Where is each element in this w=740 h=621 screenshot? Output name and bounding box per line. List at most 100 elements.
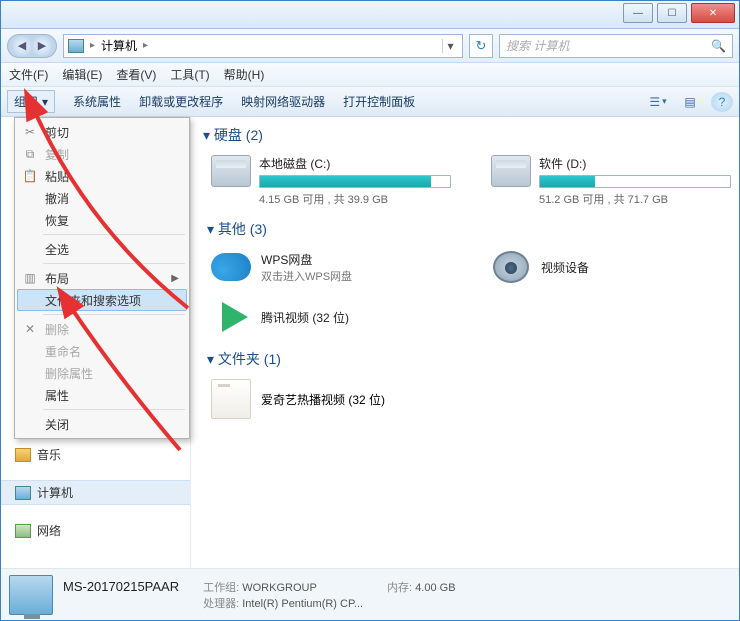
play-icon [211,299,251,335]
search-icon: 🔍 [711,39,726,53]
address-bar[interactable]: ▸ 计算机 ▸ ▾ [63,34,463,58]
other-video-device[interactable]: 视频设备 [491,249,731,285]
cloud-icon [211,249,251,285]
drive-icon [491,155,531,187]
dd-properties[interactable]: 属性 [17,384,187,406]
paste-icon: 📋 [22,168,38,184]
minimize-button[interactable]: — [623,3,653,23]
organize-button[interactable]: 组织 ▾ [7,90,55,113]
status-computer-name: MS-20170215PAAR [63,579,179,594]
preview-pane-icon: ▤ [684,95,695,109]
delete-icon: ✕ [22,321,38,337]
sidebar-item-network[interactable]: 网络 [1,519,190,542]
caret-down-icon: ▾ [42,95,48,109]
status-workgroup: WORKGROUP [242,582,317,594]
drive-subtext: 51.2 GB 可用 , 共 71.7 GB [539,191,731,207]
usage-bar [539,175,731,188]
dd-layout[interactable]: ▥布局▶ [17,267,187,289]
open-control-panel-button[interactable]: 打开控制面板 [343,93,415,110]
titlebar: — ☐ ✕ [1,1,739,29]
sidebar-item-label: 计算机 [37,484,73,501]
menu-file[interactable]: 文件(F) [9,66,48,83]
status-cpu-label: 处理器: [203,598,239,610]
menu-edit[interactable]: 编辑(E) [62,66,102,83]
sidebar-item-music[interactable]: 音乐 [1,443,190,466]
status-workgroup-label: 工作组: [203,582,239,594]
sidebar-item-label: 音乐 [37,446,61,463]
drive-d[interactable]: 软件 (D:) 51.2 GB 可用 , 共 71.7 GB [491,155,731,207]
dd-close[interactable]: 关闭 [17,413,187,435]
drive-icon [211,155,251,187]
computer-icon [68,39,84,53]
other-subtitle: 双击进入WPS网盘 [261,268,352,284]
section-other: ▾ 其他 (3) [207,219,731,239]
organize-label: 组织 [14,93,38,110]
view-options-button[interactable]: ☰▾ [647,92,669,112]
drive-name: 软件 (D:) [539,155,731,172]
menu-help[interactable]: 帮助(H) [224,66,265,83]
breadcrumb-sep-icon: ▸ [141,40,150,51]
sidebar-item-label: 网络 [37,522,61,539]
separator [43,409,185,410]
breadcrumb-computer[interactable]: 计算机 [101,37,137,54]
dd-copy[interactable]: ⧉复制 [17,143,187,165]
folder-name: 爱奇艺热播视频 (32 位) [261,391,385,408]
dd-rename[interactable]: 重命名 [17,340,187,362]
status-bar: MS-20170215PAAR 工作组: WORKGROUP 处理器: Inte… [1,568,739,620]
dd-undo[interactable]: 撤消 [17,187,187,209]
other-tencent-video[interactable]: 腾讯视频 (32 位) [211,299,451,335]
dd-paste[interactable]: 📋粘贴 [17,165,187,187]
breadcrumb-sep-icon: ▸ [88,40,97,51]
other-wps[interactable]: WPS网盘 双击进入WPS网盘 [211,249,451,285]
dd-folder-search-options[interactable]: 文件夹和搜索选项 [17,289,187,311]
sidebar-item-computer[interactable]: 计算机 [1,480,190,505]
drive-subtext: 4.15 GB 可用 , 共 39.9 GB [259,191,451,207]
map-network-drive-button[interactable]: 映射网络驱动器 [241,93,325,110]
status-memory: 4.00 GB [415,582,455,594]
dd-cut[interactable]: ✂剪切 [17,121,187,143]
search-input[interactable]: 搜索 计算机 🔍 [499,34,733,58]
other-title: WPS网盘 [261,251,352,268]
refresh-button[interactable]: ↻ [469,34,493,58]
caret-down-icon: ▾ [662,96,667,107]
address-dropdown-icon[interactable]: ▾ [442,39,458,53]
status-memory-label: 内存: [387,582,412,594]
computer-icon [9,575,53,615]
forward-button[interactable]: ▶ [32,36,52,56]
music-icon [15,448,31,462]
maximize-button[interactable]: ☐ [657,3,687,23]
menu-view[interactable]: 查看(V) [116,66,156,83]
dd-select-all[interactable]: 全选 [17,238,187,260]
navigation-bar: ◀ ▶ ▸ 计算机 ▸ ▾ ↻ 搜索 计算机 🔍 [1,29,739,63]
help-button[interactable]: ? [711,92,733,112]
separator [43,263,185,264]
folder-item[interactable]: 爱奇艺热播视频 (32 位) [211,379,731,419]
uninstall-programs-button[interactable]: 卸载或更改程序 [139,93,223,110]
toolbar: 组织 ▾ 系统属性 卸载或更改程序 映射网络驱动器 打开控制面板 ☰▾ ▤ ? [1,87,739,117]
back-button[interactable]: ◀ [12,36,32,56]
drive-c[interactable]: 本地磁盘 (C:) 4.15 GB 可用 , 共 39.9 GB [211,155,451,207]
scissors-icon: ✂ [22,124,38,140]
layout-icon: ▥ [22,270,38,286]
content-pane: ▾ 硬盘 (2) 本地磁盘 (C:) 4.15 GB 可用 , 共 39.9 G… [191,117,739,568]
menu-tools[interactable]: 工具(T) [170,66,209,83]
section-hard-drives: ▾ 硬盘 (2) [207,125,731,145]
dd-redo[interactable]: 恢复 [17,209,187,231]
network-icon [15,524,31,538]
help-icon: ? [719,95,726,109]
search-placeholder: 搜索 计算机 [506,37,569,54]
close-button[interactable]: ✕ [691,3,735,23]
preview-pane-button[interactable]: ▤ [679,92,701,112]
system-properties-button[interactable]: 系统属性 [73,93,121,110]
view-icon: ☰ [649,95,660,109]
drive-name: 本地磁盘 (C:) [259,155,451,172]
organize-dropdown: ✂剪切 ⧉复制 📋粘贴 撤消 恢复 全选 ▥布局▶ 文件夹和搜索选项 ✕删除 重… [14,117,190,439]
dd-delete[interactable]: ✕删除 [17,318,187,340]
dd-remove-properties[interactable]: 删除属性 [17,362,187,384]
usage-bar [259,175,451,188]
status-cpu: Intel(R) Pentium(R) CP... [242,598,363,610]
submenu-arrow-icon: ▶ [171,273,179,284]
nav-arrows: ◀ ▶ [7,34,57,58]
menubar: 文件(F) 编辑(E) 查看(V) 工具(T) 帮助(H) [1,63,739,87]
camera-icon [491,249,531,285]
